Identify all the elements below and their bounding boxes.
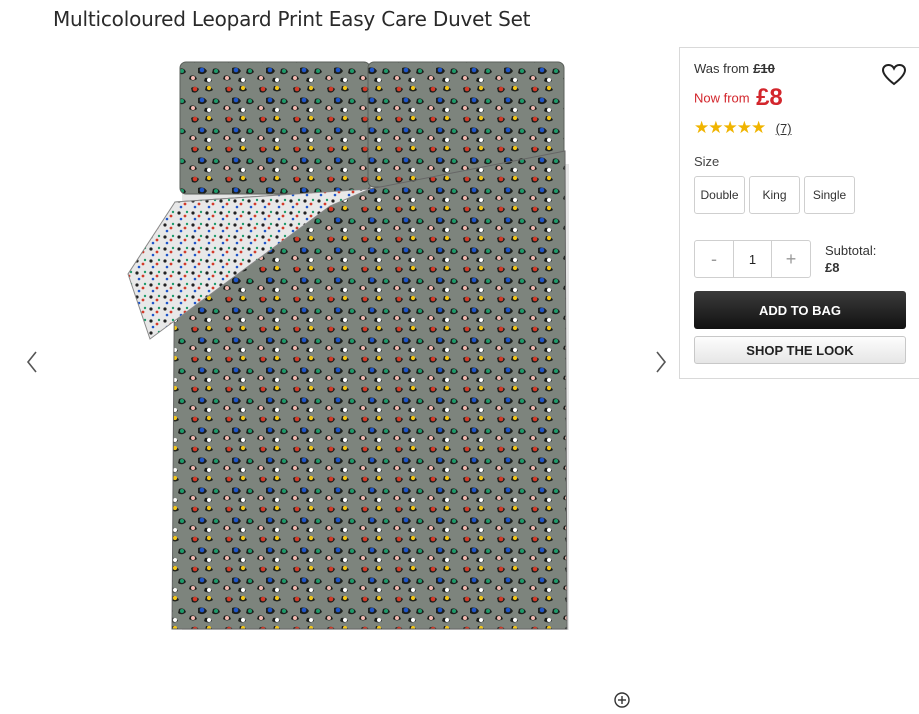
chevron-left-icon[interactable] [21,346,43,378]
size-label: Size [694,154,720,169]
now-price: Now from £8 [694,84,783,112]
now-label: Now from [694,90,750,106]
subtotal-label: Subtotal: [825,243,877,258]
quantity-input[interactable]: 1 [733,241,772,277]
subtotal-amount: £8 [825,260,840,275]
chevron-right-icon[interactable] [650,346,672,378]
zoom-icon[interactable] [613,691,631,709]
add-to-bag-button[interactable]: ADD TO BAG [694,291,906,329]
quantity-stepper: - 1 + [694,240,811,278]
rating-stars: ★★★★★ [694,118,766,137]
quantity-increase-button[interactable]: + [772,241,810,277]
was-price: Was from £10 [694,61,775,76]
size-option-single[interactable]: Single [804,176,855,214]
rating: ★★★★★ (7) [694,118,792,138]
was-label: Was from [694,61,750,76]
now-price-value: £8 [756,84,783,111]
size-option-king[interactable]: King [749,176,800,214]
purchase-panel: Was from £10 Now from £8 ★★★★★ (7) Size D… [679,47,919,379]
product-image[interactable] [120,54,580,644]
subtotal: Subtotal: £8 [825,242,876,276]
review-count-link[interactable]: (7) [776,121,792,136]
size-option-double[interactable]: Double [694,176,745,214]
product-title: Multicoloured Leopard Print Easy Care Du… [53,7,531,31]
product-gallery [0,44,690,708]
heart-icon[interactable] [881,63,907,87]
shop-the-look-button[interactable]: SHOP THE LOOK [694,336,906,364]
was-price-value: £10 [753,61,775,76]
quantity-decrease-button[interactable]: - [695,241,733,277]
